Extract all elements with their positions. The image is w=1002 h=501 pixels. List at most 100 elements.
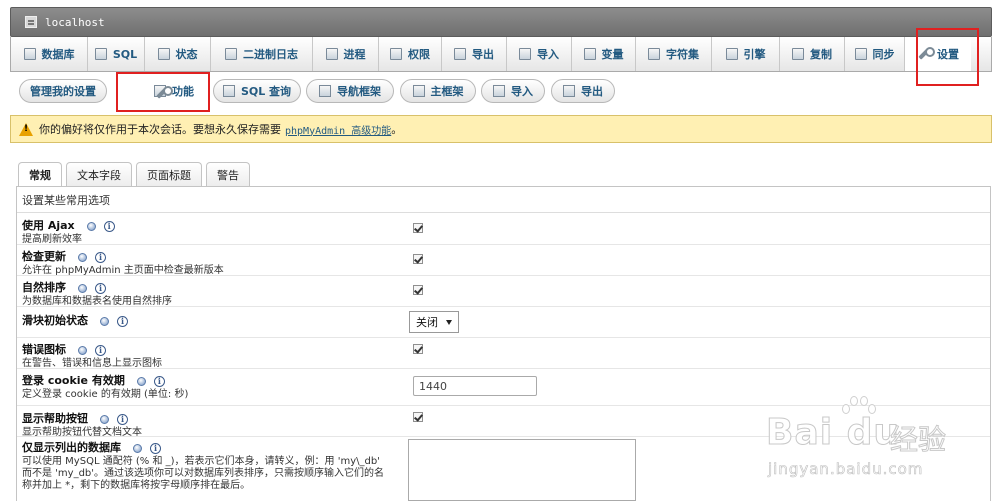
subtab-sql-queries[interactable]: SQL 查询: [213, 79, 301, 103]
server-title: localhost: [45, 15, 105, 29]
setting-desc-line: 称并加上 *，剩下的数据库将按字母顺序排在最后。: [22, 480, 251, 491]
settings-form: 设置某些常用选项 使用 Ajax i 提高刷新效率 检查更新 i 允许在 phpMy…: [16, 186, 991, 501]
tab-label: 同步: [872, 48, 895, 61]
setting-row-error-icons: 错误图标 i 在警告、错误和信息上显示图标: [17, 338, 990, 369]
tab-general[interactable]: 常规: [18, 162, 62, 187]
form-heading: 设置某些常用选项: [17, 187, 990, 213]
subtab-features[interactable]: 功能: [138, 79, 210, 103]
setting-desc: 允许在 phpMyAdmin 主页面中检查最新版本: [22, 265, 224, 276]
tab-sql[interactable]: SQL: [88, 37, 145, 71]
binlog-icon: [225, 48, 237, 60]
warning-icon: [19, 122, 33, 136]
notice-text: 你的偏好将仅作用于本次会话。要想永久保存需要: [39, 123, 281, 136]
settings-group-tabs: 常规 文本字段 页面标题 警告: [18, 162, 254, 187]
help-icon[interactable]: [86, 221, 96, 231]
navigation-frame-icon: [319, 85, 331, 97]
charset-icon: [648, 48, 660, 60]
import-icon: [519, 48, 531, 60]
tab-label: 导出: [472, 48, 494, 61]
tab-settings[interactable]: 设置: [905, 37, 971, 71]
tab-warnings[interactable]: 警告: [206, 162, 250, 187]
setting-row-version-check: 检查更新 i 允许在 phpMyAdmin 主页面中检查最新版本: [17, 245, 990, 276]
tab-charsets[interactable]: 字符集: [636, 37, 712, 71]
tab-engines[interactable]: 引擎: [712, 37, 780, 71]
only-db-textarea[interactable]: [408, 439, 636, 501]
privileges-icon: [390, 48, 402, 60]
setting-row-slider-state: 滑块初始状态 i 关闭: [17, 307, 990, 338]
subtab-label: 管理我的设置: [30, 85, 96, 98]
subtab-label: 功能: [172, 85, 194, 98]
natural-order-checkbox[interactable]: [413, 285, 423, 295]
tab-label: 引擎: [743, 48, 766, 61]
main-frame-icon: [412, 85, 425, 97]
help-icon[interactable]: [100, 316, 109, 326]
tab-label: 二进制日志: [243, 48, 298, 61]
subtab-label: 导出: [581, 85, 603, 98]
tab-status[interactable]: 状态: [145, 37, 211, 71]
tab-label: 设置: [937, 48, 959, 61]
tab-replication[interactable]: 复制: [780, 37, 845, 71]
setting-row-ajax: 使用 Ajax i 提高刷新效率: [17, 214, 990, 245]
advanced-features-link[interactable]: phpMyAdmin 高级功能: [285, 122, 391, 137]
subtab-label: 导入: [511, 85, 533, 98]
subtab-export[interactable]: 导出: [551, 79, 615, 103]
tab-label: 状态: [175, 48, 198, 61]
server-icon: [25, 16, 37, 28]
replication-icon: [792, 48, 804, 60]
tab-label: 变量: [601, 48, 624, 61]
setting-row-cookie-validity: 登录 cookie 有效期 i 定义登录 cookie 的有效期 (单位: 秒) …: [17, 369, 990, 406]
subtab-label: 主框架: [430, 85, 464, 98]
setting-row-help-button: 显示帮助按钮 i 显示帮助按钮代替文档文本: [17, 406, 990, 438]
tab-variables[interactable]: 变量: [572, 37, 636, 71]
subtab-main-frame[interactable]: 主框架: [400, 79, 476, 103]
subtab-import[interactable]: 导入: [481, 79, 545, 103]
tab-import[interactable]: 导入: [507, 37, 572, 71]
info-icon[interactable]: i: [117, 315, 128, 327]
version-check-checkbox[interactable]: [413, 254, 423, 264]
tab-sync[interactable]: 同步: [845, 37, 905, 71]
tab-databases[interactable]: 数据库: [11, 37, 88, 71]
session-notice: 你的偏好将仅作用于本次会话。要想永久保存需要 phpMyAdmin 高级功能 。: [10, 115, 992, 143]
setting-row-only-db: 仅显示列出的数据库 i 可以使用 MySQL 通配符 (% 和 _)，若表示它们本…: [17, 437, 990, 501]
subtab-label: 导航框架: [337, 85, 381, 98]
engine-icon: [725, 48, 738, 60]
subtab-navigation-frame[interactable]: 导航框架: [306, 79, 394, 103]
sync-icon: [854, 48, 867, 60]
export-icon: [454, 48, 466, 60]
tab-text-fields[interactable]: 文本字段: [66, 162, 132, 187]
subtab-label: SQL 查询: [240, 85, 292, 98]
tab-label: 复制: [810, 48, 832, 61]
main-tabs: 数据库 SQL 状态 二进制日志 进程 权限 导出 导入 变量 字符集 引擎 复…: [10, 37, 992, 72]
info-icon[interactable]: i: [103, 220, 115, 232]
subtab-manage-settings[interactable]: 管理我的设置: [19, 79, 107, 103]
setting-desc: 在警告、错误和信息上显示图标: [22, 358, 162, 369]
tab-page-titles[interactable]: 页面标题: [136, 162, 202, 187]
tab-label: SQL: [112, 47, 138, 61]
server-title-bar: localhost: [10, 7, 992, 37]
tab-privileges[interactable]: 权限: [379, 37, 442, 71]
status-chart-icon: [157, 48, 170, 60]
sql-icon: [94, 48, 107, 60]
error-icons-checkbox[interactable]: [413, 344, 423, 354]
phpmyadmin-page: localhost 数据库 SQL 状态 二进制日志 进程 权限 导出 导入 变…: [0, 0, 1002, 501]
notice-suffix: 。: [391, 123, 403, 136]
export-icon: [563, 85, 575, 97]
wrench-icon: [154, 85, 173, 97]
tab-label: 导入: [537, 48, 559, 61]
tab-label: 进程: [343, 48, 366, 61]
slider-state-select[interactable]: 关闭: [409, 311, 459, 333]
setting-desc: 定义登录 cookie 的有效期 (单位: 秒): [22, 389, 189, 400]
tab-processes[interactable]: 进程: [313, 37, 379, 71]
import-icon: [493, 85, 505, 97]
setting-name: 滑块初始状态: [22, 314, 88, 327]
help-button-checkbox[interactable]: [413, 412, 423, 422]
setting-desc: 为数据库和数据表名使用自然排序: [22, 296, 172, 307]
cookie-validity-input[interactable]: 1440: [413, 376, 537, 396]
tab-label: 权限: [408, 48, 430, 61]
tab-binlog[interactable]: 二进制日志: [211, 37, 313, 71]
tab-export[interactable]: 导出: [442, 37, 507, 71]
tab-label: 数据库: [41, 48, 75, 61]
ajax-checkbox[interactable]: [413, 223, 423, 233]
wrench-icon: [917, 47, 935, 61]
settings-sub-tabs: 管理我的设置 功能 SQL 查询 导航框架 主框架 导入 导出: [10, 72, 992, 108]
